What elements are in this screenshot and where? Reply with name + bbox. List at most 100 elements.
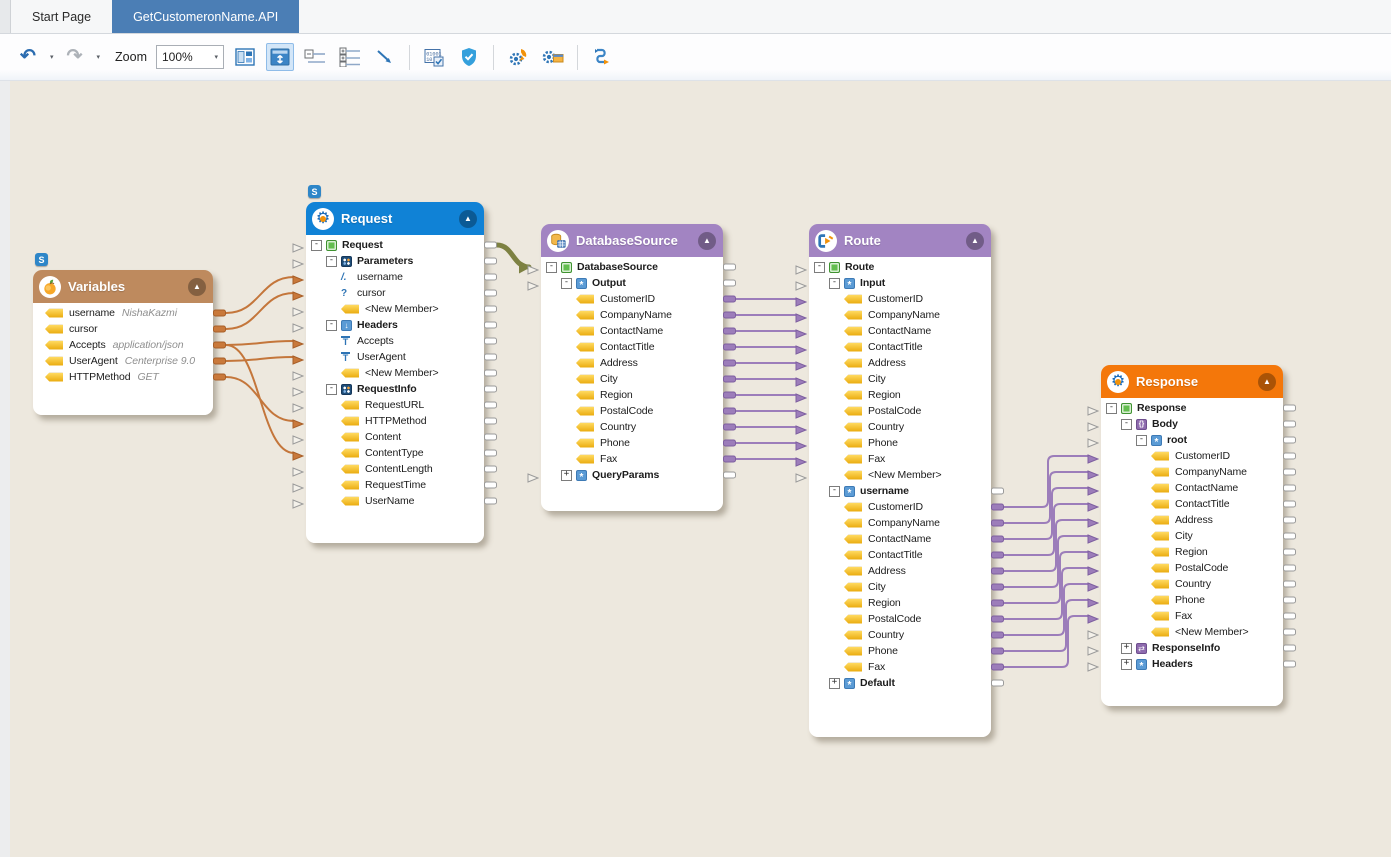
output-port[interactable] [1283,533,1296,540]
tree-expander[interactable]: - [814,262,825,273]
node-response[interactable]: ⚙Response▲-Response-{}Body-*rootCustomer… [1101,365,1283,706]
canvas[interactable]: SVariables▲usernameNishaKazmicursorAccep… [10,81,1391,857]
tab-getcustomeronname-api[interactable]: GetCustomeronName.API [112,0,299,33]
output-port[interactable] [484,306,497,313]
output-port[interactable] [1283,469,1296,476]
tree-item-jroot[interactable]: -*root [1101,432,1283,448]
auto-size-vertical-button[interactable] [266,43,294,71]
output-port[interactable] [213,326,226,333]
zoom-select[interactable]: 100% ▾ [156,45,224,69]
tree-item-output[interactable]: -*Output [541,275,723,291]
tree-item-u_companyname[interactable]: CompanyName [809,515,991,531]
output-port[interactable] [484,482,497,489]
tree-item-country[interactable]: Country [541,419,723,435]
node-request[interactable]: S⚙Request▲-Request-Parameters/.username?… [306,202,484,543]
output-port[interactable] [484,370,497,377]
output-port[interactable] [723,456,736,463]
input-port[interactable] [795,374,807,384]
input-port[interactable] [795,438,807,448]
input-port[interactable] [1087,403,1099,413]
input-port[interactable] [1087,611,1099,621]
input-port[interactable] [795,310,807,320]
tree-item-u_region[interactable]: Region [809,595,991,611]
collapse-button[interactable]: ▲ [188,278,206,296]
input-port[interactable] [292,352,304,362]
input-port[interactable] [1087,451,1099,461]
output-port[interactable] [991,568,1004,575]
input-port[interactable] [292,256,304,266]
output-port[interactable] [991,664,1004,671]
undo-button[interactable]: ↶ [14,43,42,71]
dataflow-trace-button[interactable] [588,43,616,71]
output-port[interactable] [723,296,736,303]
input-port[interactable] [1087,515,1099,525]
input-port[interactable] [1087,467,1099,477]
tree-item-u_city[interactable]: City [809,579,991,595]
output-port[interactable] [213,342,226,349]
tree-item-h_new[interactable]: <New Member> [306,365,484,381]
tree-item-in_city[interactable]: City [809,371,991,387]
input-port[interactable] [1087,579,1099,589]
output-port[interactable] [991,616,1004,623]
tree-expander[interactable]: - [1136,435,1147,446]
input-port[interactable] [1087,627,1099,637]
output-port[interactable] [991,536,1004,543]
output-port[interactable] [991,488,1004,495]
tree-item-companyname[interactable]: CompanyName [541,307,723,323]
node-route[interactable]: Route▲-Route-*InputCustomerIDCompanyName… [809,224,991,737]
output-port[interactable] [1283,421,1296,428]
tree-item-root[interactable]: -DatabaseSource [541,259,723,275]
output-port[interactable] [991,504,1004,511]
tree-item-u_phone[interactable]: Phone [809,643,991,659]
input-port[interactable] [795,470,807,480]
tree-item-httpmethod[interactable]: HTTPMethod [306,413,484,429]
output-port[interactable] [1283,501,1296,508]
output-port[interactable] [723,424,736,431]
tree-item-address[interactable]: Address [1101,512,1283,528]
input-port[interactable] [1087,563,1099,573]
output-port[interactable] [484,434,497,441]
tree-item-in_contactname[interactable]: ContactName [809,323,991,339]
output-port[interactable] [213,374,226,381]
output-port[interactable] [484,274,497,281]
output-port[interactable] [991,648,1004,655]
tree-item-contacttitle[interactable]: ContactTitle [1101,496,1283,512]
output-port[interactable] [991,600,1004,607]
input-port[interactable] [795,358,807,368]
tree-item-parameters[interactable]: -Parameters [306,253,484,269]
tree-item-requesttime[interactable]: RequestTime [306,477,484,493]
tree-item-useragent[interactable]: UserAgentCenterprise 9.0 [33,353,213,369]
deploy-button[interactable] [504,43,532,71]
output-port[interactable] [1283,485,1296,492]
tree-expander[interactable]: - [326,256,337,267]
output-port[interactable] [484,322,497,329]
tree-item-input[interactable]: -*Input [809,275,991,291]
tree-item-headers[interactable]: +*Headers [1101,656,1283,672]
tree-expander[interactable]: + [1121,643,1132,654]
output-port[interactable] [484,242,497,249]
redo-button[interactable]: ↷ [61,43,89,71]
verify-button[interactable] [455,43,483,71]
tree-item-phone[interactable]: Phone [541,435,723,451]
output-port[interactable] [484,354,497,361]
tree-item-fax[interactable]: Fax [541,451,723,467]
output-port[interactable] [1283,629,1296,636]
output-port[interactable] [213,358,226,365]
tree-item-in_contacttitle[interactable]: ContactTitle [809,339,991,355]
input-port[interactable] [292,240,304,250]
input-port[interactable] [292,448,304,458]
output-port[interactable] [991,632,1004,639]
tree-expander[interactable]: + [829,678,840,689]
expand-all-button[interactable] [336,43,364,71]
input-port[interactable] [795,294,807,304]
input-port[interactable] [292,368,304,378]
tree-item-contactname[interactable]: ContactName [1101,480,1283,496]
tree-item-in_customerid[interactable]: CustomerID [809,291,991,307]
output-port[interactable] [991,584,1004,591]
output-port[interactable] [723,376,736,383]
tree-item-p_username[interactable]: /.username [306,269,484,285]
tree-item-default[interactable]: +*Default [809,675,991,691]
collapse-button[interactable]: ▲ [966,232,984,250]
node-header[interactable]: Route▲ [809,224,991,257]
output-port[interactable] [484,450,497,457]
